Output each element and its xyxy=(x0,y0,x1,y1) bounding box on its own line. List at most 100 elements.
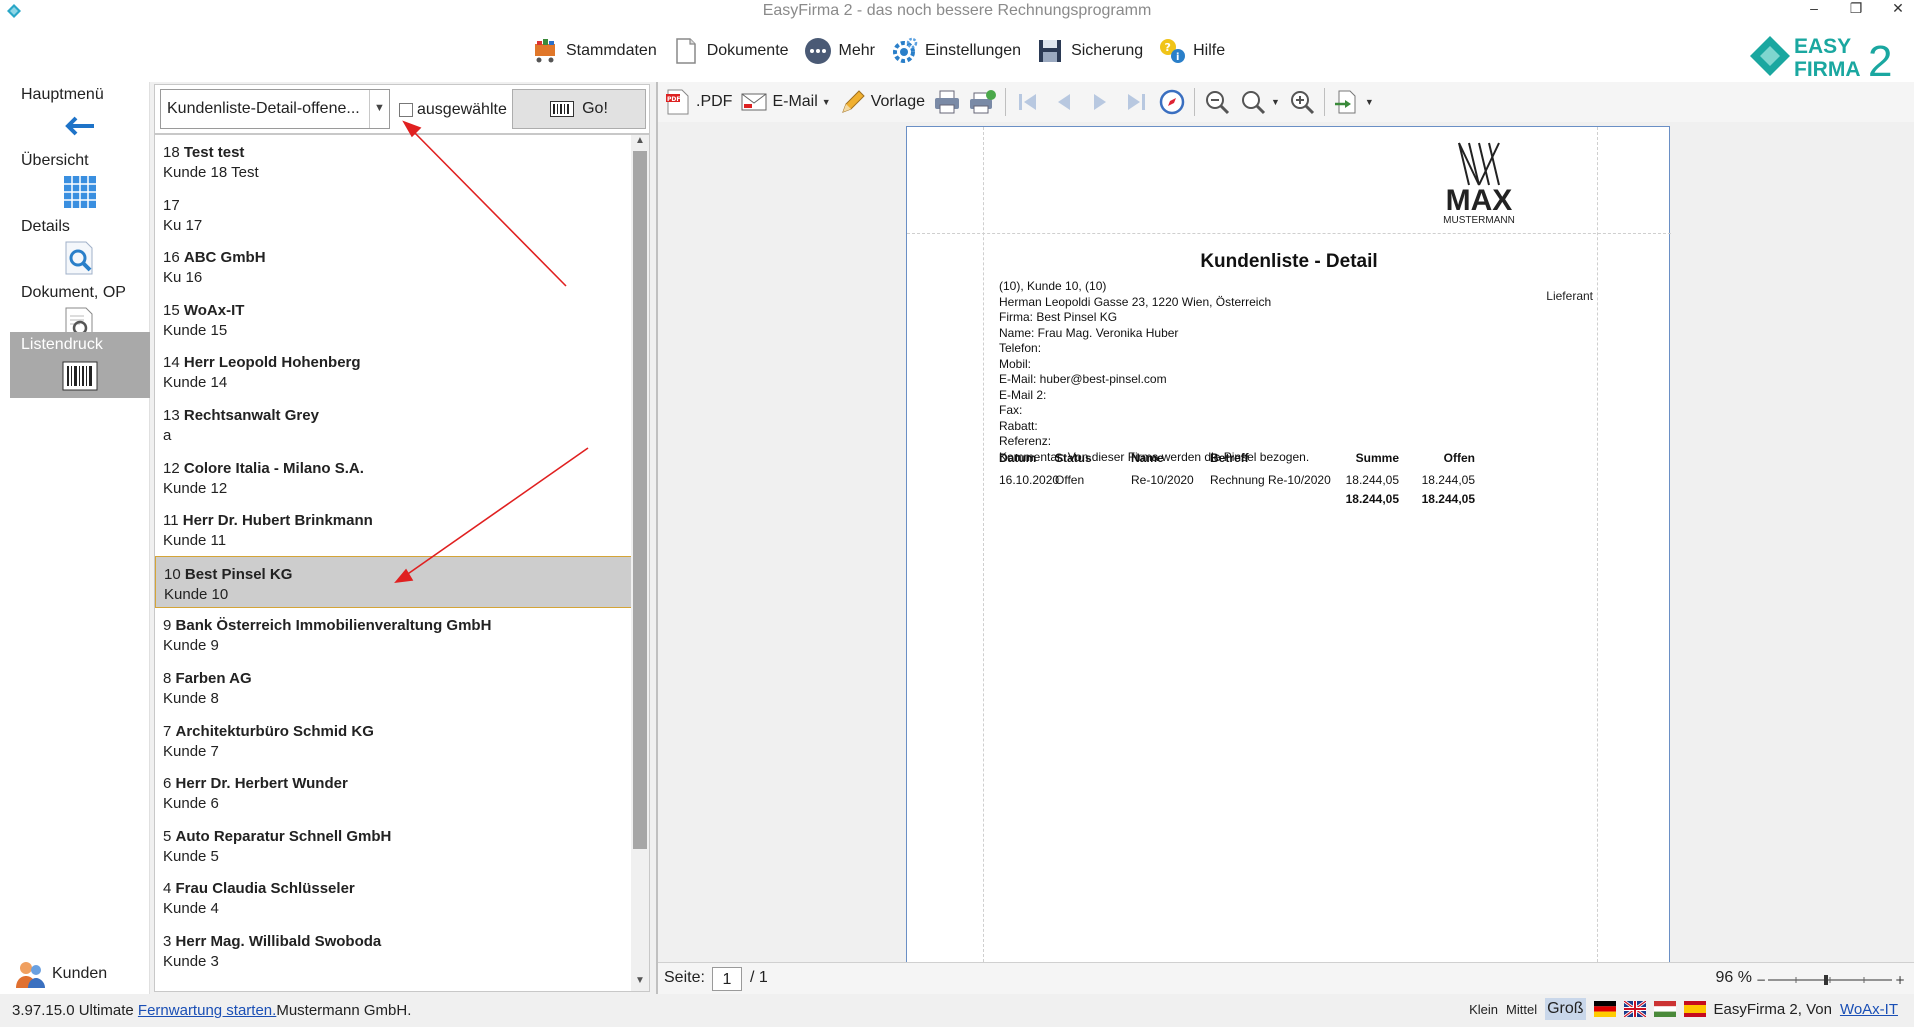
table-cell: Rechnung Re-10/2020 xyxy=(1210,473,1331,487)
size-mittel[interactable]: Mittel xyxy=(1506,1002,1537,1017)
size-gross[interactable]: Groß xyxy=(1545,998,1586,1020)
menu-einstellungen[interactable]: Einstellungen xyxy=(889,34,1021,68)
list-item[interactable]: 4 Frau Claudia Schlüsseler Kunde 4 xyxy=(155,871,633,924)
export-button[interactable]: ▼ xyxy=(1333,86,1374,118)
nav-uebersicht[interactable]: Übersicht xyxy=(10,148,150,214)
list-item[interactable]: 18 Test test Kunde 18 Test xyxy=(155,135,633,188)
left-navigation: Hauptmenü Übersicht Details Dokument, OP… xyxy=(0,82,150,994)
print-settings-button[interactable] xyxy=(969,86,997,118)
list-item[interactable]: 11 Herr Dr. Hubert Brinkmann Kunde 11 xyxy=(155,503,633,556)
report-select[interactable]: Kundenliste-Detail-offene... ▼ xyxy=(160,89,390,129)
first-page-button[interactable] xyxy=(1014,86,1042,118)
customer-title: 8 Farben AG xyxy=(163,669,633,689)
customer-subtitle: Kunde 15 xyxy=(163,321,228,339)
list-item[interactable]: 14 Herr Leopold Hohenberg Kunde 14 xyxy=(155,345,633,398)
printer-settings-icon xyxy=(969,90,996,114)
customer-number: 12 xyxy=(163,459,180,477)
zoom-button[interactable]: ▼ xyxy=(1239,86,1280,118)
uk-flag-icon[interactable] xyxy=(1623,1001,1646,1017)
logo-small: MUSTERMANN xyxy=(1443,215,1515,225)
menu-hilfe[interactable]: ? i Hilfe xyxy=(1157,34,1225,68)
customer-title: 15 WoAx-IT xyxy=(163,301,633,321)
list-item[interactable]: 8 Farben AG Kunde 8 xyxy=(155,661,633,714)
menu-stammdaten[interactable]: Stammdaten xyxy=(530,34,657,68)
checkbox-box[interactable] xyxy=(399,103,413,117)
list-item[interactable]: 6 Herr Dr. Herbert Wunder Kunde 6 xyxy=(155,766,633,819)
list-item[interactable]: 15 WoAx-IT Kunde 15 xyxy=(155,293,633,346)
restore-icon[interactable]: ❐ xyxy=(1848,0,1864,17)
german-flag-icon[interactable] xyxy=(1593,1001,1616,1017)
close-icon[interactable]: ✕ xyxy=(1890,0,1906,17)
list-item[interactable]: 17 Ku 17 xyxy=(155,188,633,241)
go-button[interactable]: Go! xyxy=(512,89,646,129)
next-page-button[interactable] xyxy=(1086,86,1114,118)
preview-toolbar: PDF .PDF E-Mail ▼ Vorlage ▼ ▼ xyxy=(658,82,1914,122)
customer-subtitle: Kunde 9 xyxy=(163,637,219,655)
zoom-in-button[interactable] xyxy=(1288,86,1316,118)
window-title: EasyFirma 2 - das noch bessere Rechnungs… xyxy=(762,2,1152,19)
remote-support-link[interactable]: Fernwartung starten. xyxy=(138,1002,276,1019)
size-klein[interactable]: Klein xyxy=(1469,1002,1498,1017)
navigate-button[interactable] xyxy=(1158,86,1186,118)
printer-icon xyxy=(934,90,959,114)
table-header: Name xyxy=(1131,451,1164,465)
nav-kunden[interactable]: Kunden xyxy=(14,958,107,990)
export-pdf-button[interactable]: PDF .PDF xyxy=(664,86,732,118)
list-item[interactable]: 7 Architekturbüro Schmid KG Kunde 7 xyxy=(155,714,633,767)
nav-listendruck[interactable]: Listendruck xyxy=(10,332,150,398)
nav-label: Listendruck xyxy=(21,336,103,353)
menu-sicherung[interactable]: Sicherung xyxy=(1035,34,1143,68)
scroll-up-icon[interactable]: ▲ xyxy=(631,135,649,151)
page-input[interactable]: 1 xyxy=(712,967,742,991)
main-menu: Stammdaten Dokumente Mehr Einstellungen … xyxy=(0,24,1914,82)
spain-flag-icon[interactable] xyxy=(1683,1001,1706,1017)
customer-subtitle: Kunde 14 xyxy=(163,374,228,392)
users-icon xyxy=(16,962,45,988)
woax-link[interactable]: WoAx-IT xyxy=(1840,1001,1898,1018)
selected-only-checkbox[interactable]: ausgewählte xyxy=(399,101,507,119)
list-scrollbar[interactable]: ▲ ▼ xyxy=(631,135,649,991)
menu-dokumente[interactable]: Dokumente xyxy=(671,34,789,68)
list-item[interactable]: 9 Bank Österreich Immobilienveraltung Gm… xyxy=(155,608,633,661)
hungary-flag-icon[interactable] xyxy=(1653,1001,1676,1017)
list-item[interactable]: 12 Colore Italia - Milano S.A. Kunde 12 xyxy=(155,451,633,504)
list-item[interactable]: 3 Herr Mag. Willibald Swoboda Kunde 3 xyxy=(155,924,633,977)
email-icon xyxy=(741,93,767,111)
vorlage-button[interactable]: Vorlage xyxy=(839,86,925,118)
customer-title: 18 Test test xyxy=(163,143,633,163)
table-header: Summe xyxy=(1355,451,1399,465)
chevron-down-icon[interactable]: ▼ xyxy=(822,97,831,107)
print-button[interactable] xyxy=(933,86,961,118)
table-header: Offen xyxy=(1443,451,1475,465)
list-item[interactable]: 5 Auto Reparatur Schnell GmbH Kunde 5 xyxy=(155,819,633,872)
list-item[interactable]: 13 Rechtsanwalt Grey a xyxy=(155,398,633,451)
barcode-icon xyxy=(550,101,575,117)
floppy-icon xyxy=(1039,40,1062,62)
minimize-icon[interactable]: – xyxy=(1806,0,1822,17)
nav-hauptmenu[interactable]: Hauptmenü xyxy=(10,82,150,148)
scroll-thumb[interactable] xyxy=(633,151,647,849)
pencil-icon xyxy=(841,90,865,113)
customer-title: 13 Rechtsanwalt Grey xyxy=(163,406,633,426)
zoom-slider[interactable]: − + xyxy=(1756,973,1904,987)
chevron-down-icon[interactable]: ▼ xyxy=(1271,97,1280,107)
svg-text:?: ? xyxy=(1165,41,1171,54)
title-bar: EasyFirma 2 - das noch bessere Rechnungs… xyxy=(0,0,1914,24)
email-button[interactable]: E-Mail ▼ xyxy=(740,86,831,118)
scroll-down-icon[interactable]: ▼ xyxy=(631,975,649,991)
zoom-out-button[interactable] xyxy=(1203,86,1231,118)
last-page-button[interactable] xyxy=(1122,86,1150,118)
menu-mehr[interactable]: Mehr xyxy=(803,34,875,68)
list-item[interactable]: 16 ABC GmbH Ku 16 xyxy=(155,240,633,293)
customer-name: Frau Claudia Schlüsseler xyxy=(175,880,355,898)
gear-icon xyxy=(893,37,918,63)
customer-name: Rechtsanwalt Grey xyxy=(183,406,319,424)
nav-details[interactable]: Details xyxy=(10,214,150,280)
chevron-down-icon[interactable]: ▼ xyxy=(1365,97,1374,107)
customer-number: 15 xyxy=(163,301,180,319)
customer-subtitle: Kunde 11 xyxy=(163,532,227,550)
pdf-icon: PDF xyxy=(666,89,689,115)
list-item[interactable]: 10 Best Pinsel KG Kunde 10 xyxy=(155,555,633,609)
prev-page-button[interactable] xyxy=(1050,86,1078,118)
customer-subtitle: Kunde 12 xyxy=(163,479,228,497)
